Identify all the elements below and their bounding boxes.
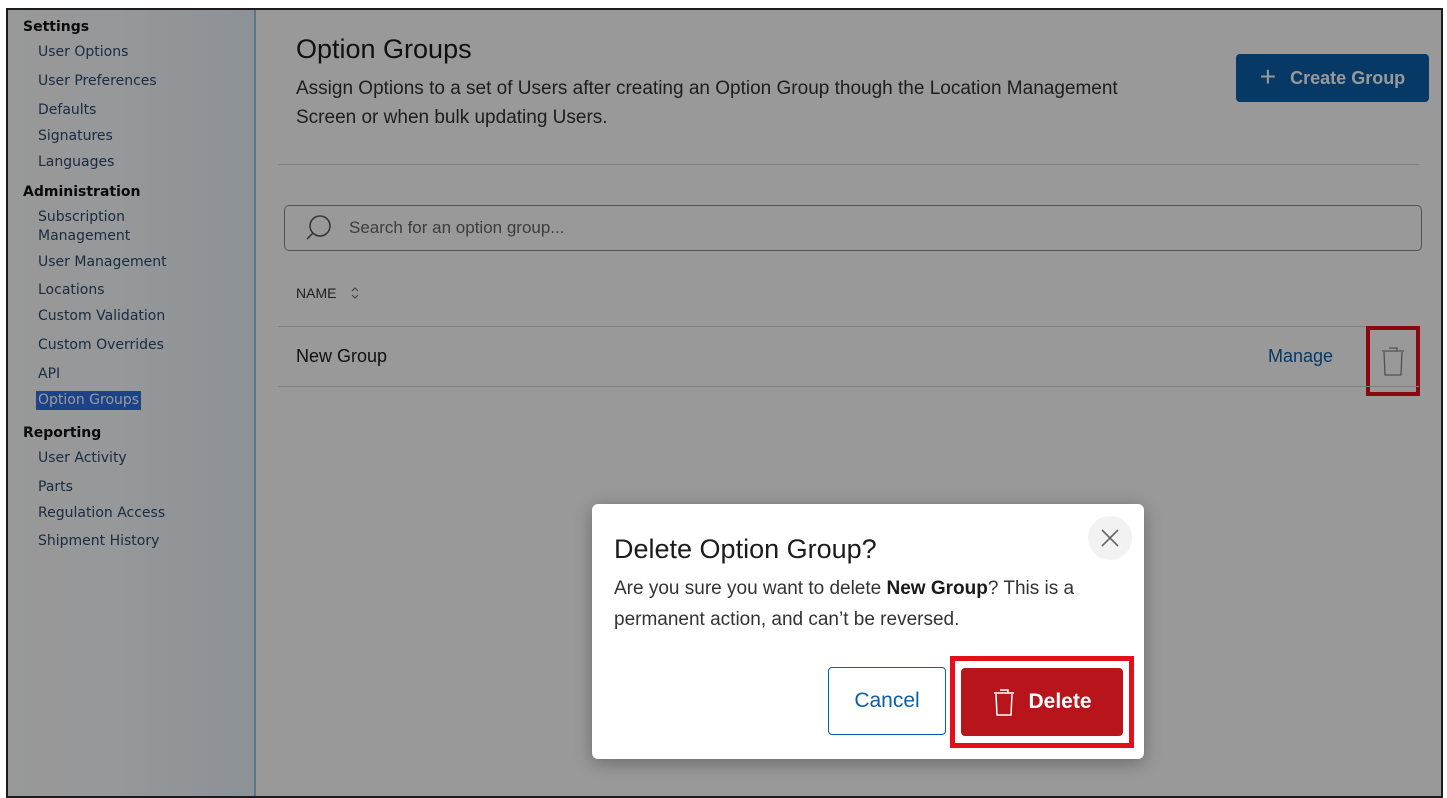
dialog-message-prefix: Are you sure you want to delete — [614, 578, 887, 599]
delete-dialog: Delete Option Group? Are you sure you wa… — [592, 504, 1144, 759]
delete-highlight: Delete — [950, 656, 1134, 748]
close-icon — [1101, 529, 1119, 547]
app-window: Settings User Options User Preferences D… — [6, 8, 1443, 798]
dialog-title: Delete Option Group? — [614, 534, 877, 564]
cancel-button[interactable]: Cancel — [828, 667, 946, 735]
delete-button[interactable]: Delete — [961, 668, 1123, 736]
trash-icon — [994, 689, 1015, 716]
dialog-message: Are you sure you want to delete New Grou… — [614, 573, 1124, 635]
dialog-target-name: New Group — [886, 578, 988, 599]
close-button[interactable] — [1088, 516, 1132, 560]
delete-label: Delete — [1028, 690, 1092, 713]
